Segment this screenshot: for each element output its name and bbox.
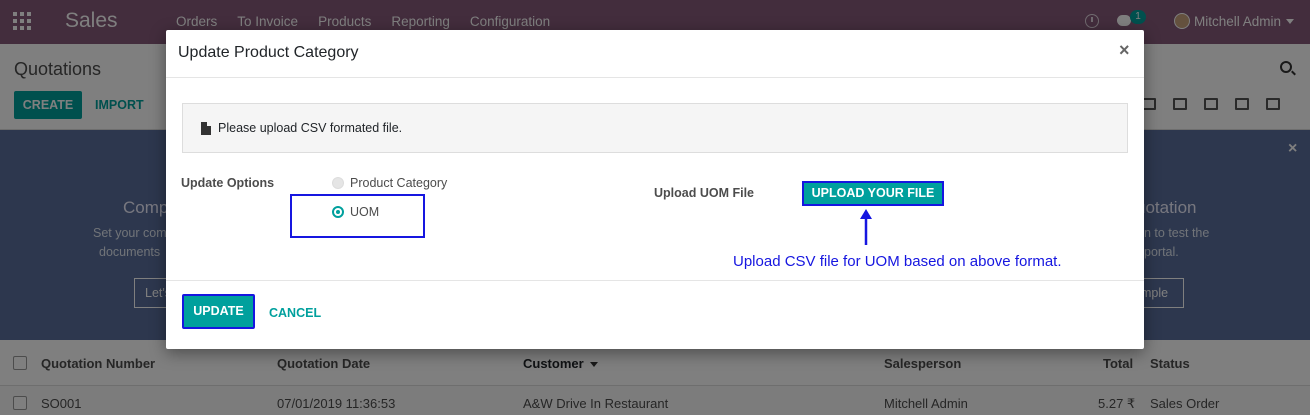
- update-category-dialog: Update Product Category × Please upload …: [166, 30, 1144, 349]
- update-button[interactable]: UPDATE: [182, 294, 255, 329]
- uom-highlight-box: [290, 194, 425, 238]
- info-text: Please upload CSV formated file.: [218, 121, 403, 135]
- annotation-note: Upload CSV file for UOM based on above f…: [733, 253, 1062, 270]
- upload-uom-label: Upload UOM File: [654, 186, 754, 200]
- radio-product-category[interactable]: [332, 177, 344, 189]
- upload-file-button[interactable]: UPLOAD YOUR FILE: [802, 181, 944, 206]
- update-options-label: Update Options: [181, 176, 275, 190]
- radio-label-product-category[interactable]: Product Category: [350, 176, 447, 190]
- modal-header: Update Product Category ×: [166, 30, 1144, 78]
- arrow-up-icon: [860, 209, 872, 245]
- modal-title: Update Product Category: [178, 44, 359, 61]
- cancel-button[interactable]: CANCEL: [269, 306, 321, 320]
- close-icon[interactable]: ×: [1119, 40, 1130, 61]
- info-alert: Please upload CSV formated file.: [182, 103, 1128, 153]
- file-icon: [201, 122, 211, 135]
- modal-footer: UPDATE CANCEL: [166, 280, 1144, 349]
